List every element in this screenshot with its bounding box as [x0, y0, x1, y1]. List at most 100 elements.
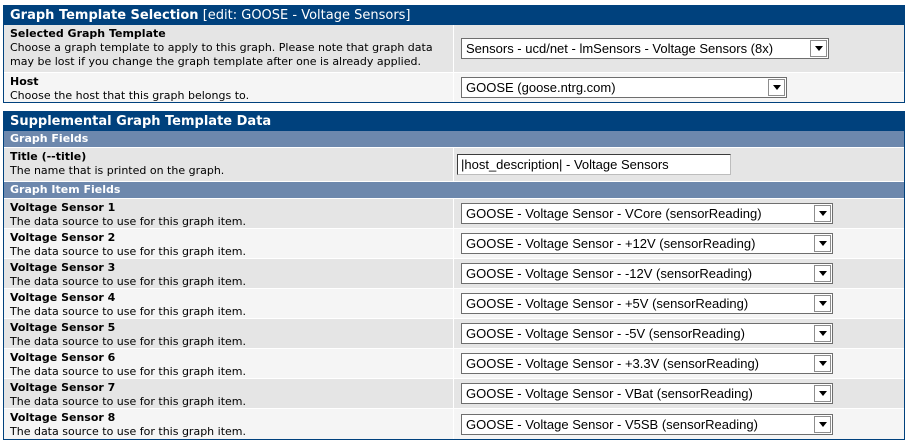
- field-description: The data source to use for this graph it…: [10, 425, 447, 439]
- field-description: Choose the host that this graph belongs …: [10, 89, 447, 103]
- voltage-sensor-7-select[interactable]: GOOSE - Voltage Sensor - VBat (sensorRea…: [461, 383, 833, 404]
- field-info-cell: Title (--title) The name that is printed…: [4, 148, 454, 181]
- panel-header-graph-template-selection: Graph Template Selection [edit: GOOSE - …: [4, 6, 904, 25]
- panel-title: Supplemental Graph Template Data: [10, 114, 271, 129]
- voltage-sensor-3-select[interactable]: GOOSE - Voltage Sensor - -12V (sensorRea…: [461, 263, 833, 284]
- field-info-cell: Host Choose the host that this graph bel…: [4, 73, 454, 102]
- field-row-title: Title (--title) The name that is printed…: [4, 148, 904, 182]
- voltage-sensor-1-select-value: GOOSE - Voltage Sensor - VCore (sensorRe…: [462, 204, 813, 223]
- page: Graph Template Selection [edit: GOOSE - …: [0, 0, 905, 440]
- voltage-sensor-7-select-value: GOOSE - Voltage Sensor - VBat (sensorRea…: [462, 384, 813, 403]
- chevron-down-icon: [815, 46, 823, 51]
- field-row-voltage-sensor-5: Voltage Sensor 5 The data source to use …: [4, 319, 904, 349]
- chevron-down-icon: [819, 211, 827, 216]
- field-description: The data source to use for this graph it…: [10, 365, 447, 379]
- field-control-cell: Sensors - ucd/net - lmSensors - Voltage …: [454, 25, 904, 72]
- voltage-sensor-2-select[interactable]: GOOSE - Voltage Sensor - +12V (sensorRea…: [461, 233, 833, 254]
- field-info-cell: Voltage Sensor 7 The data source to use …: [4, 379, 454, 408]
- graph-template-select-value: Sensors - ucd/net - lmSensors - Voltage …: [462, 39, 809, 58]
- voltage-sensor-2-select-value: GOOSE - Voltage Sensor - +12V (sensorRea…: [462, 234, 813, 253]
- graph-template-selection-panel: Graph Template Selection [edit: GOOSE - …: [3, 5, 905, 103]
- field-control-cell: GOOSE - Voltage Sensor - VBat (sensorRea…: [454, 379, 904, 408]
- section-header-graph-fields: Graph Fields: [4, 131, 904, 148]
- dropdown-arrow-button[interactable]: [814, 355, 831, 372]
- field-info-cell: Voltage Sensor 3 The data source to use …: [4, 259, 454, 288]
- voltage-sensor-8-select-value: GOOSE - Voltage Sensor - V5SB (sensorRea…: [462, 415, 813, 434]
- field-control-cell: GOOSE - Voltage Sensor - +3.3V (sensorRe…: [454, 349, 904, 378]
- field-info-cell: Voltage Sensor 8 The data source to use …: [4, 409, 454, 439]
- graph-title-input[interactable]: [457, 154, 731, 175]
- field-control-cell: GOOSE - Voltage Sensor - VCore (sensorRe…: [454, 199, 904, 228]
- field-label: Voltage Sensor 7: [10, 381, 447, 395]
- dropdown-arrow-button[interactable]: [768, 79, 785, 96]
- field-info-cell: Selected Graph Template Choose a graph t…: [4, 25, 454, 72]
- field-row-host: Host Choose the host that this graph bel…: [4, 73, 904, 102]
- field-label: Selected Graph Template: [10, 27, 447, 41]
- field-description: The data source to use for this graph it…: [10, 245, 447, 259]
- field-info-cell: Voltage Sensor 4 The data source to use …: [4, 289, 454, 318]
- field-control-cell: GOOSE (goose.ntrg.com): [454, 73, 904, 102]
- voltage-sensor-5-select[interactable]: GOOSE - Voltage Sensor - -5V (sensorRead…: [461, 323, 833, 344]
- voltage-sensor-1-select[interactable]: GOOSE - Voltage Sensor - VCore (sensorRe…: [461, 203, 833, 224]
- field-description: The data source to use for this graph it…: [10, 275, 447, 289]
- host-select[interactable]: GOOSE (goose.ntrg.com): [461, 77, 787, 98]
- page-title: Graph Template Selection: [10, 8, 199, 23]
- field-description: The name that is printed on the graph.: [10, 164, 447, 178]
- field-row-selected-graph-template: Selected Graph Template Choose a graph t…: [4, 25, 904, 73]
- field-info-cell: Voltage Sensor 5 The data source to use …: [4, 319, 454, 348]
- chevron-down-icon: [819, 361, 827, 366]
- chevron-down-icon: [819, 301, 827, 306]
- section-header-graph-item-fields: Graph Item Fields: [4, 182, 904, 199]
- field-label: Voltage Sensor 8: [10, 411, 447, 425]
- supplemental-graph-template-data-panel: Supplemental Graph Template Data Graph F…: [3, 111, 905, 440]
- chevron-down-icon: [819, 271, 827, 276]
- voltage-sensor-4-select-value: GOOSE - Voltage Sensor - +5V (sensorRead…: [462, 294, 813, 313]
- field-description: The data source to use for this graph it…: [10, 215, 447, 229]
- dropdown-arrow-button[interactable]: [814, 416, 831, 433]
- dropdown-arrow-button[interactable]: [810, 40, 827, 57]
- field-control-cell: GOOSE - Voltage Sensor - +12V (sensorRea…: [454, 229, 904, 258]
- chevron-down-icon: [819, 241, 827, 246]
- edit-context-label: [edit: GOOSE - Voltage Sensors]: [203, 8, 411, 23]
- dropdown-arrow-button[interactable]: [814, 265, 831, 282]
- field-control-cell: GOOSE - Voltage Sensor - V5SB (sensorRea…: [454, 409, 904, 439]
- field-row-voltage-sensor-1: Voltage Sensor 1 The data source to use …: [4, 199, 904, 229]
- field-row-voltage-sensor-4: Voltage Sensor 4 The data source to use …: [4, 289, 904, 319]
- voltage-sensor-8-select[interactable]: GOOSE - Voltage Sensor - V5SB (sensorRea…: [461, 414, 833, 435]
- field-label: Title (--title): [10, 150, 447, 164]
- field-info-cell: Voltage Sensor 2 The data source to use …: [4, 229, 454, 258]
- field-row-voltage-sensor-6: Voltage Sensor 6 The data source to use …: [4, 349, 904, 379]
- panel-header-supplemental-data: Supplemental Graph Template Data: [4, 112, 904, 131]
- field-description: The data source to use for this graph it…: [10, 305, 447, 319]
- dropdown-arrow-button[interactable]: [814, 205, 831, 222]
- voltage-sensor-3-select-value: GOOSE - Voltage Sensor - -12V (sensorRea…: [462, 264, 813, 283]
- field-row-voltage-sensor-8: Voltage Sensor 8 The data source to use …: [4, 409, 904, 439]
- field-label: Voltage Sensor 5: [10, 321, 447, 335]
- field-description: The data source to use for this graph it…: [10, 395, 447, 409]
- graph-template-select[interactable]: Sensors - ucd/net - lmSensors - Voltage …: [461, 38, 829, 59]
- chevron-down-icon: [819, 391, 827, 396]
- chevron-down-icon: [819, 422, 827, 427]
- field-control-cell: GOOSE - Voltage Sensor - -12V (sensorRea…: [454, 259, 904, 288]
- field-control-cell: GOOSE - Voltage Sensor - +5V (sensorRead…: [454, 289, 904, 318]
- field-row-voltage-sensor-3: Voltage Sensor 3 The data source to use …: [4, 259, 904, 289]
- dropdown-arrow-button[interactable]: [814, 325, 831, 342]
- voltage-sensor-4-select[interactable]: GOOSE - Voltage Sensor - +5V (sensorRead…: [461, 293, 833, 314]
- field-description: Choose a graph template to apply to this…: [10, 41, 447, 69]
- field-row-voltage-sensor-2: Voltage Sensor 2 The data source to use …: [4, 229, 904, 259]
- voltage-sensor-6-select-value: GOOSE - Voltage Sensor - +3.3V (sensorRe…: [462, 354, 813, 373]
- voltage-sensor-5-select-value: GOOSE - Voltage Sensor - -5V (sensorRead…: [462, 324, 813, 343]
- field-label: Voltage Sensor 2: [10, 231, 447, 245]
- dropdown-arrow-button[interactable]: [814, 235, 831, 252]
- dropdown-arrow-button[interactable]: [814, 385, 831, 402]
- field-label: Voltage Sensor 1: [10, 201, 447, 215]
- dropdown-arrow-button[interactable]: [814, 295, 831, 312]
- field-description: The data source to use for this graph it…: [10, 335, 447, 349]
- chevron-down-icon: [819, 331, 827, 336]
- field-label: Host: [10, 75, 447, 89]
- field-info-cell: Voltage Sensor 1 The data source to use …: [4, 199, 454, 228]
- field-label: Voltage Sensor 6: [10, 351, 447, 365]
- voltage-sensor-6-select[interactable]: GOOSE - Voltage Sensor - +3.3V (sensorRe…: [461, 353, 833, 374]
- host-select-value: GOOSE (goose.ntrg.com): [462, 78, 767, 97]
- field-info-cell: Voltage Sensor 6 The data source to use …: [4, 349, 454, 378]
